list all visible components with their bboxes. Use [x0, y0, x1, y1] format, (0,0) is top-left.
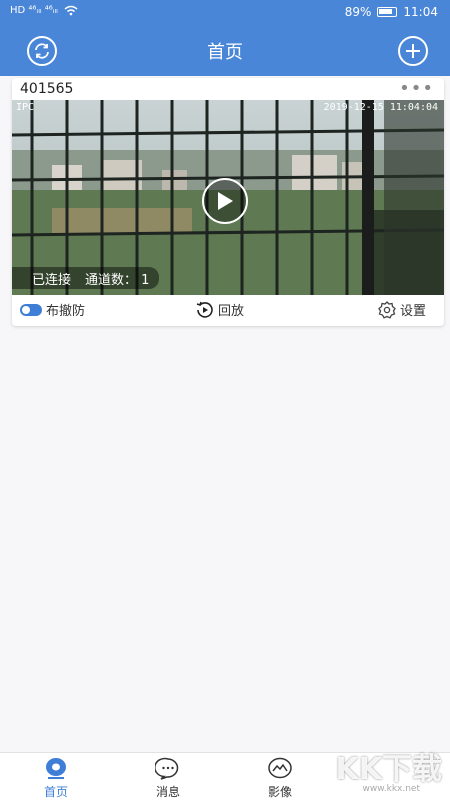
- osd-timestamp: 2019-12-15 11:04:04: [323, 102, 438, 113]
- signal-indicators: HD ⁴⁶ᵢₗₗ ⁴⁶ᵢₗₗ: [10, 5, 78, 16]
- play-button[interactable]: [202, 178, 248, 224]
- clock: 11:04: [403, 5, 438, 19]
- image-icon: [268, 757, 292, 779]
- status-bar: HD ⁴⁶ᵢₗₗ ⁴⁶ᵢₗₗ 89% 11:04: [0, 0, 450, 26]
- nav-messages-label: 消息: [155, 785, 180, 799]
- watermark-url: www.kkx.net: [362, 784, 421, 794]
- nav-images[interactable]: 影像: [245, 757, 315, 800]
- app-header: 首页: [0, 26, 450, 76]
- arm-disarm-toggle[interactable]: 布撤防: [20, 300, 85, 319]
- nav-messages[interactable]: 消息: [133, 757, 203, 800]
- settings-label: 设置: [399, 304, 426, 319]
- playback-button[interactable]: 回放: [196, 300, 244, 319]
- page-title: 首页: [207, 42, 243, 63]
- video-preview[interactable]: IPC 2019-12-15 11:04:04 已连接 通道数： 1: [12, 100, 444, 295]
- message-icon: [155, 757, 179, 780]
- ellipsis-icon[interactable]: •••: [399, 78, 434, 99]
- battery-icon: [377, 7, 398, 17]
- card-actions: 布撤防 回放 设置: [12, 300, 444, 322]
- arm-label: 布撤防: [46, 304, 86, 319]
- play-icon: [218, 192, 233, 210]
- status-right: 89% 11:04: [345, 5, 438, 19]
- wifi-icon: [64, 5, 78, 16]
- osd-label: IPC: [16, 102, 35, 113]
- add-device-button[interactable]: [398, 36, 428, 66]
- watermark-logo: KK下载: [335, 752, 443, 787]
- channel-count: 通道数： 1: [85, 273, 150, 288]
- connection-status: 已连接: [32, 273, 72, 288]
- battery-percent: 89%: [344, 5, 372, 19]
- nav-images-label: 影像: [267, 785, 292, 799]
- device-name: 401565: [20, 81, 74, 97]
- device-card[interactable]: 401565 ••• IPC 2019-12-15 11:04:04 已连接 通…: [12, 78, 444, 326]
- toggle-icon[interactable]: [20, 303, 42, 316]
- home-icon: [46, 758, 66, 779]
- plus-icon: [406, 44, 420, 58]
- gear-icon: [378, 300, 396, 319]
- playback-icon: [196, 301, 213, 318]
- nav-home[interactable]: 首页: [21, 757, 91, 800]
- playback-label: 回放: [218, 304, 245, 319]
- nav-home-label: 首页: [43, 785, 68, 799]
- settings-button[interactable]: 设置: [378, 300, 426, 319]
- video-status-bar: 已连接 通道数： 1: [12, 267, 160, 289]
- signal-text: HD ⁴⁶ᵢₗₗ ⁴⁶ᵢₗₗ: [10, 5, 58, 16]
